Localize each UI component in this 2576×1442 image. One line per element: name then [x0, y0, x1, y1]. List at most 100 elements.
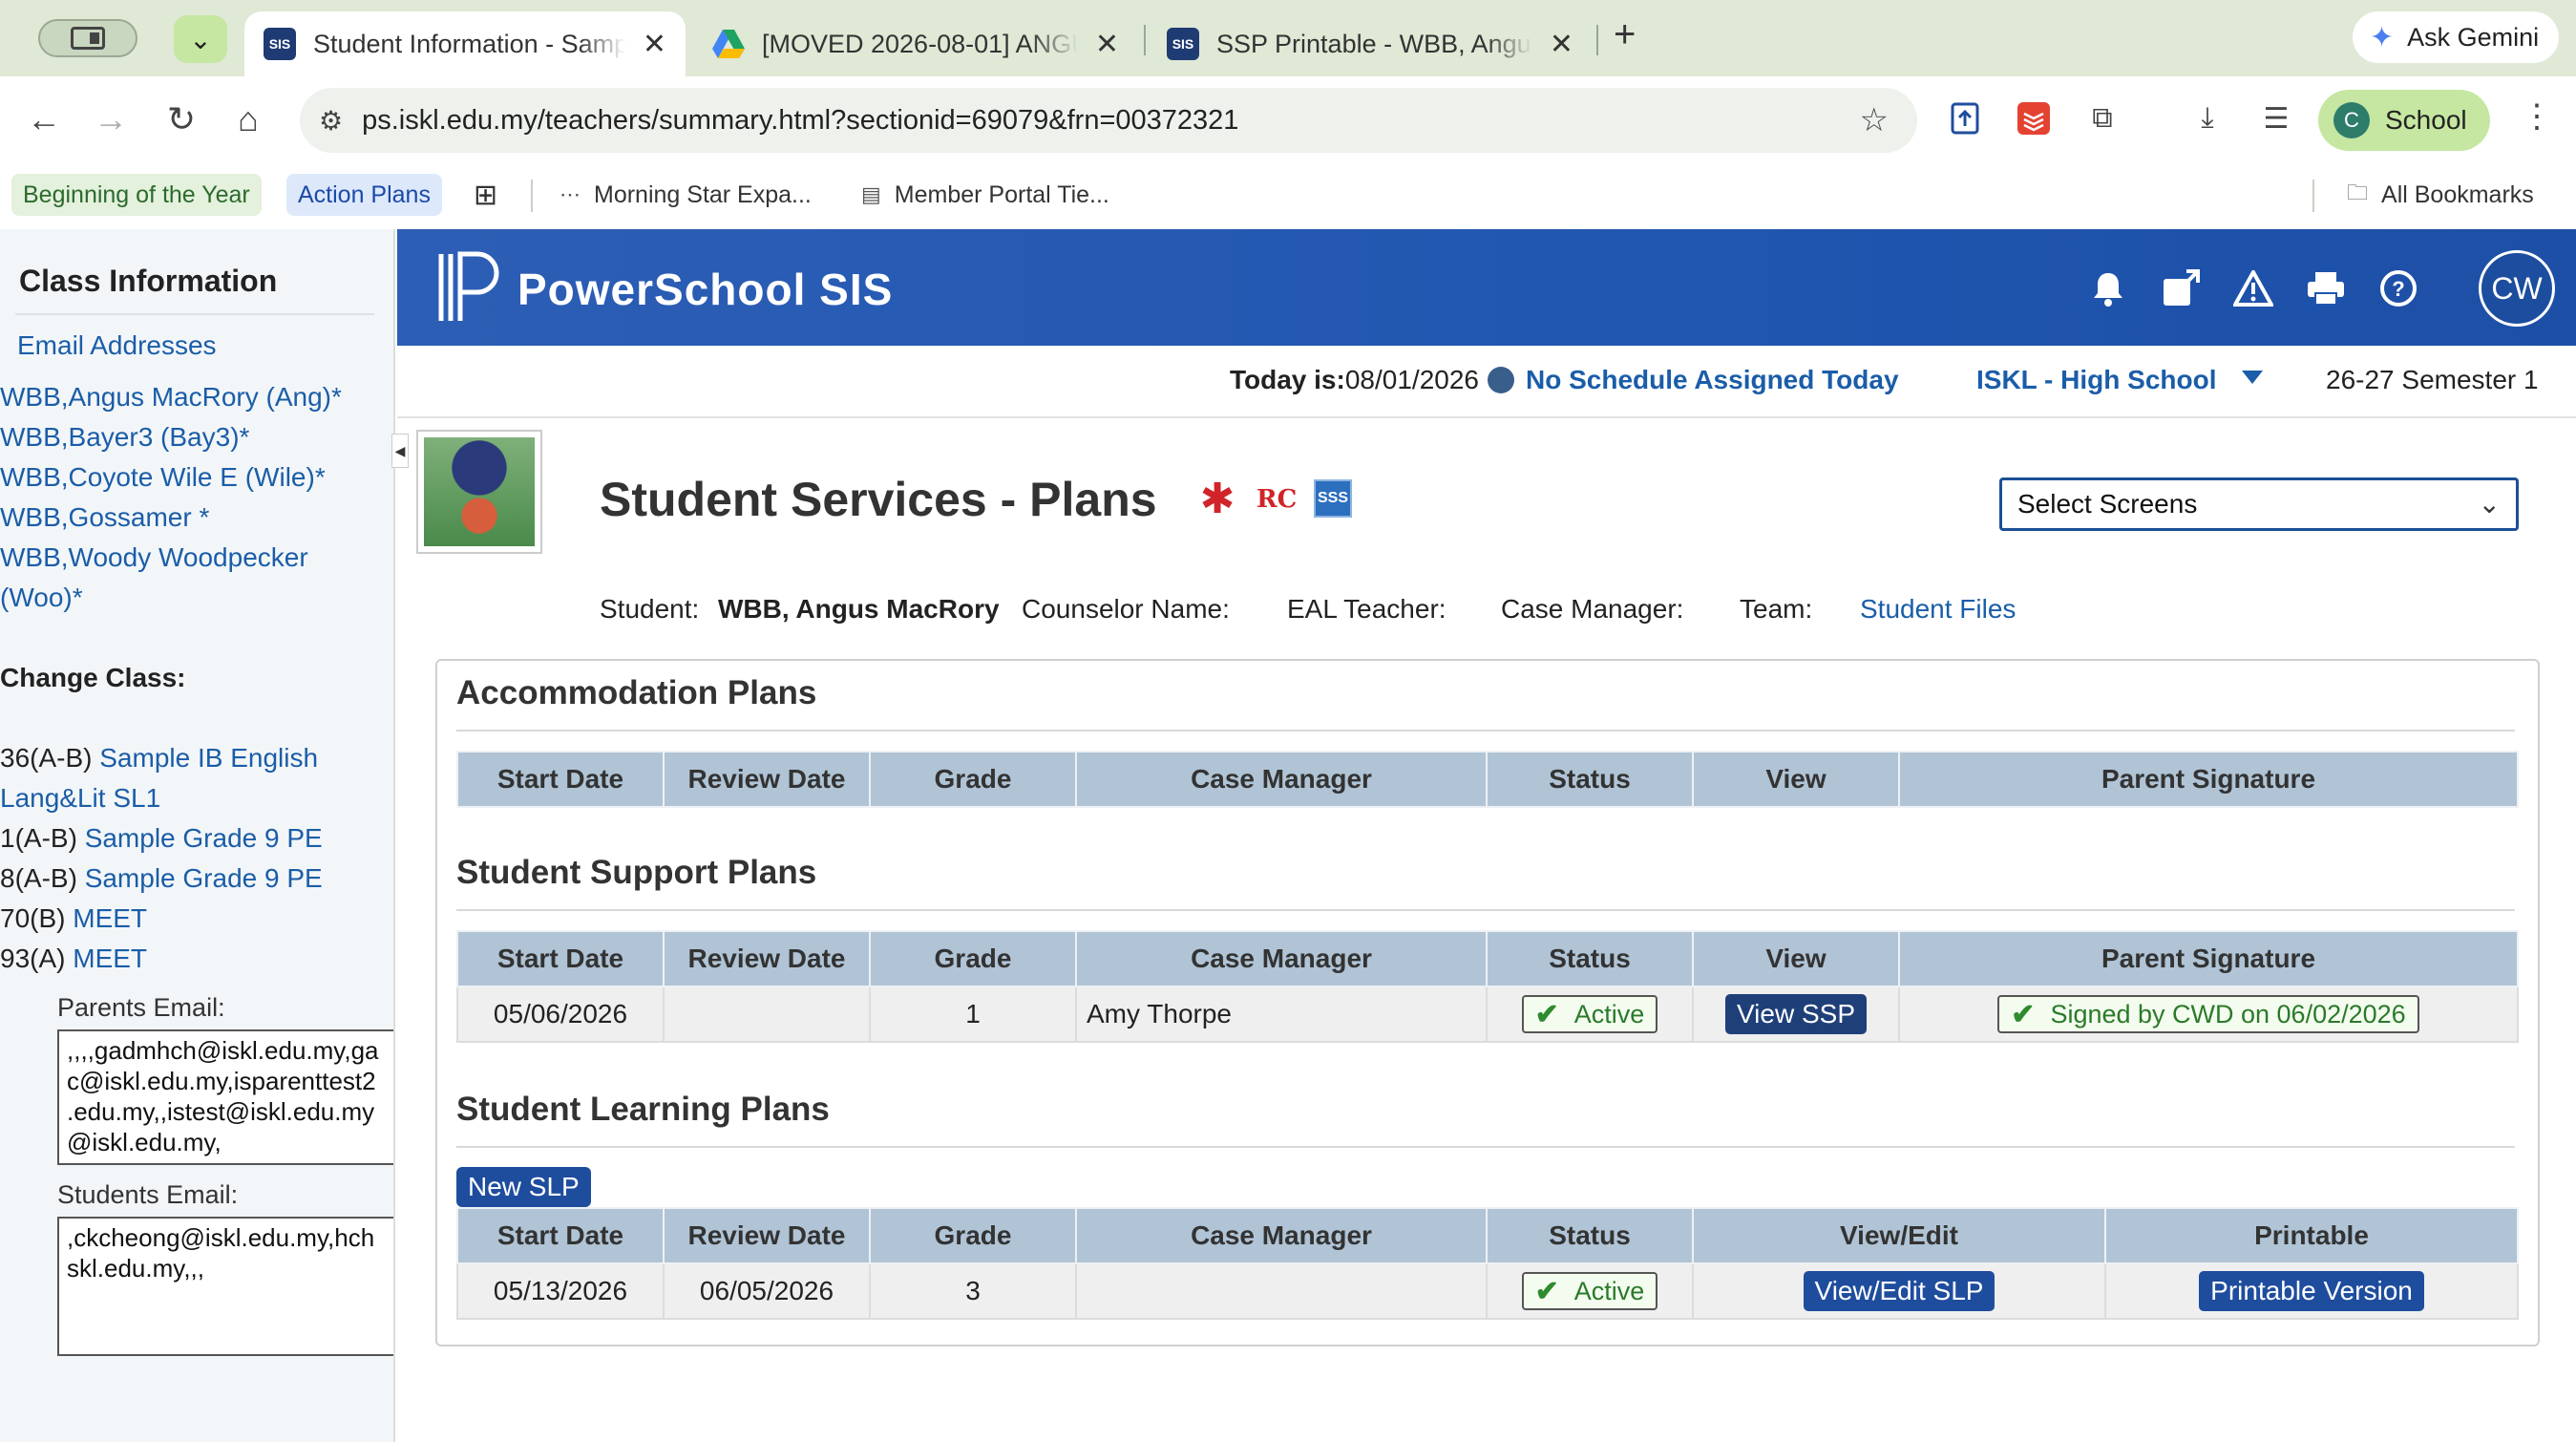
class-link[interactable]: Sample Grade 9 PE	[85, 823, 323, 853]
column-header[interactable]: Case Manager	[1075, 1207, 1488, 1264]
column-header[interactable]: Start Date	[456, 751, 665, 808]
bookmark-beginning-of-year[interactable]: Beginning of the Year	[11, 174, 262, 216]
address-bar[interactable]: ⚙ ps.iskl.edu.my/teachers/summary.html?s…	[300, 88, 1917, 153]
column-header[interactable]: Status	[1486, 930, 1694, 987]
tab-ssp-printable[interactable]: SIS SSP Printable - WBB, Angus M ✕	[1148, 11, 1593, 76]
tab-search-button[interactable]: ⌄	[174, 15, 227, 63]
help-icon[interactable]: ?	[2377, 267, 2419, 309]
printable-version-button[interactable]: Printable Version	[2199, 1271, 2424, 1311]
medical-alert-icon[interactable]: ✱	[1195, 477, 1239, 521]
tab-student-information[interactable]: SIS Student Information - Sample ✕	[244, 11, 686, 76]
column-header[interactable]: View/Edit	[1692, 1207, 2106, 1264]
class-link-continued[interactable]: Lang&Lit SL1	[0, 783, 160, 814]
new-tab-button[interactable]: +	[1614, 13, 1636, 56]
bookmark-star-icon[interactable]: ☆	[1860, 101, 1889, 139]
page-title: Student Services - Plans	[600, 473, 1157, 526]
status-text: Active	[1573, 1276, 1645, 1305]
print-icon[interactable]	[2305, 267, 2347, 309]
view-edit-slp-button[interactable]: View/Edit SLP	[1803, 1271, 1995, 1311]
caret-down-icon[interactable]	[2242, 371, 2263, 384]
student-learning-plans-heading: Student Learning Plans	[456, 1091, 830, 1128]
student-photo-image	[424, 437, 535, 546]
column-header[interactable]: Review Date	[663, 751, 871, 808]
reload-icon[interactable]: ↻	[160, 99, 202, 139]
collapse-sidebar-toggle[interactable]: ◀	[391, 434, 409, 468]
schedule-link[interactable]: No Schedule Assigned Today	[1526, 365, 1899, 395]
column-header[interactable]: View	[1692, 751, 1900, 808]
clock-icon	[1488, 367, 1514, 393]
column-header[interactable]: Grade	[869, 1207, 1077, 1264]
column-header[interactable]: Review Date	[663, 1207, 871, 1264]
site-settings-icon[interactable]: ⚙	[319, 105, 343, 137]
team-label: Team:	[1740, 594, 1813, 624]
class-link[interactable]: MEET	[73, 903, 147, 933]
column-header[interactable]: Start Date	[456, 930, 665, 987]
close-icon[interactable]: ✕	[1550, 28, 1573, 61]
view-ssp-button[interactable]: View SSP	[1725, 994, 1867, 1034]
user-avatar[interactable]: CW	[2479, 250, 2555, 327]
close-icon[interactable]: ✕	[643, 28, 666, 61]
class-link[interactable]: MEET	[73, 944, 147, 973]
column-header[interactable]: Status	[1486, 1207, 1694, 1264]
home-icon[interactable]: ⌂	[227, 99, 269, 139]
column-header[interactable]: Start Date	[456, 1207, 665, 1264]
grade-cell: 3	[869, 1262, 1077, 1320]
close-icon[interactable]: ✕	[1095, 28, 1119, 61]
sss-badge-icon[interactable]: SSS	[1314, 479, 1352, 518]
student-link[interactable]: WBB,Woody Woodpecker	[0, 542, 308, 573]
extensions-puzzle-icon[interactable]: ⧉	[2081, 97, 2123, 139]
school-selector[interactable]: ISKL - High School	[1976, 365, 2216, 395]
bookmark-morning-star[interactable]: ⋯ Morning Star Expa...	[548, 174, 823, 216]
email-addresses-link[interactable]: Email Addresses	[17, 330, 217, 361]
status-text: Active	[1573, 999, 1645, 1028]
extension-upload-icon[interactable]	[1944, 97, 1986, 139]
open-external-icon[interactable]	[2160, 267, 2202, 309]
column-header[interactable]: Status	[1486, 751, 1694, 808]
student-link[interactable]: WBB,Angus MacRory (Ang)*	[0, 382, 342, 413]
student-link[interactable]: WBB,Coyote Wile E (Wile)*	[0, 462, 326, 493]
class-link[interactable]: Sample IB English	[99, 743, 318, 773]
back-arrow-icon[interactable]: ←	[23, 99, 65, 139]
student-link-continued[interactable]: (Woo)*	[0, 583, 83, 613]
browser-menu-icon[interactable]: ⋮	[2521, 97, 2553, 136]
column-header[interactable]: Parent Signature	[1898, 930, 2519, 987]
term-label[interactable]: 26-27 Semester 1	[2326, 365, 2539, 395]
download-icon[interactable]: ⤓	[2186, 97, 2228, 139]
status-cell: ✔ Active	[1486, 1262, 1694, 1320]
printable-cell: Printable Version	[2104, 1262, 2519, 1320]
profile-chip[interactable]: C School	[2318, 90, 2490, 151]
column-header[interactable]: Review Date	[663, 930, 871, 987]
column-header[interactable]: Grade	[869, 930, 1077, 987]
all-bookmarks-button[interactable]: 🗀 All Bookmarks	[2335, 174, 2545, 216]
student-link[interactable]: WBB,Gossamer *	[0, 502, 209, 533]
students-email-textarea[interactable]: ,ckcheong@iskl.edu.my,hch skl.edu.my,,,	[57, 1217, 393, 1356]
student-files-link[interactable]: Student Files	[1860, 594, 2016, 625]
class-item: 93(A) MEET	[0, 944, 147, 974]
parents-email-textarea[interactable]: ,,,,gadmhch@iskl.edu.my,ga c@iskl.edu.my…	[57, 1029, 393, 1165]
student-link[interactable]: WBB,Bayer3 (Bay3)*	[0, 422, 249, 453]
divider	[456, 909, 2515, 911]
rc-badge-icon[interactable]: RC	[1256, 485, 1297, 514]
ask-gemini-button[interactable]: ✦ Ask Gemini	[2353, 11, 2559, 63]
forward-arrow-icon[interactable]: →	[90, 99, 132, 139]
start-date-cell: 05/06/2026	[456, 986, 665, 1043]
tab-moved-angus[interactable]: [MOVED 2026-08-01] ANGUS ✕	[693, 11, 1138, 76]
class-link[interactable]: Sample Grade 9 PE	[85, 863, 323, 893]
column-header[interactable]: View	[1692, 930, 1900, 987]
column-header[interactable]: Case Manager	[1075, 751, 1488, 808]
bookmark-member-portal[interactable]: ▤ Member Portal Tie...	[850, 174, 1121, 216]
bell-icon[interactable]	[2087, 267, 2129, 309]
status-badge: ✔ Active	[1521, 1272, 1658, 1310]
apps-grid-icon[interactable]: ⊞	[462, 174, 509, 216]
reading-list-icon[interactable]: ☰	[2255, 97, 2297, 139]
window-switcher-button[interactable]	[38, 19, 137, 57]
new-slp-button[interactable]: New SLP	[456, 1167, 591, 1207]
todoist-extension-icon[interactable]	[2013, 97, 2055, 139]
warning-icon[interactable]	[2232, 267, 2274, 309]
column-header[interactable]: Case Manager	[1075, 930, 1488, 987]
column-header[interactable]: Grade	[869, 751, 1077, 808]
select-screens-dropdown[interactable]: Select Screens ⌄	[1999, 477, 2519, 531]
column-header[interactable]: Parent Signature	[1898, 751, 2519, 808]
column-header[interactable]: Printable	[2104, 1207, 2519, 1264]
bookmark-action-plans[interactable]: Action Plans	[286, 174, 442, 216]
